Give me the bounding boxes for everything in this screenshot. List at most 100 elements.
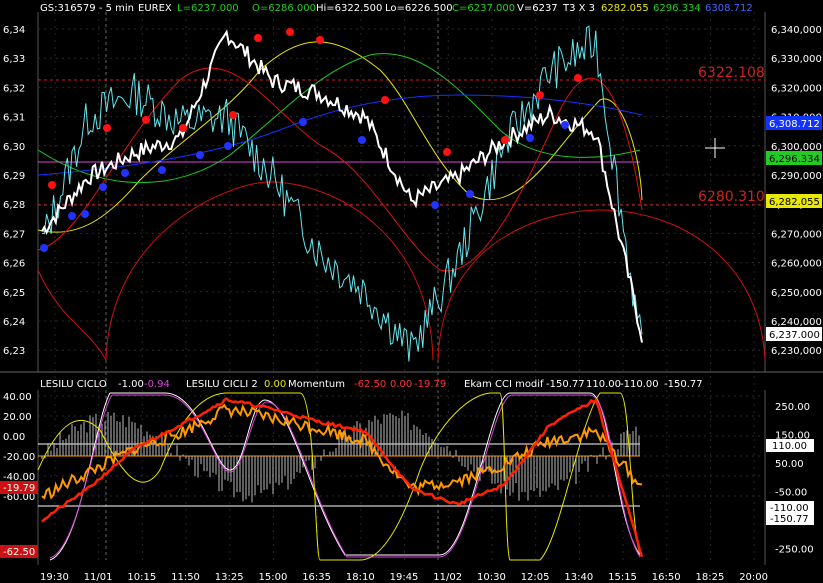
legend-item: LESILU CICLO bbox=[40, 379, 107, 390]
price-y-tick-right: 6,230,000 bbox=[771, 346, 822, 357]
red-signal-dot bbox=[316, 36, 324, 44]
blue-signal-dot bbox=[121, 169, 129, 177]
tag-left-red2: -62.50 bbox=[3, 547, 35, 558]
price-y-tick-left: 6,32 bbox=[3, 83, 25, 94]
blue-signal-dot bbox=[68, 212, 76, 220]
indicator-y-tick-right: 50.00 bbox=[775, 459, 804, 470]
header-close: C=6237.000 bbox=[452, 3, 515, 14]
red-signal-dot bbox=[536, 91, 544, 99]
red-signal-dot bbox=[254, 34, 262, 42]
blue-signal-dot bbox=[431, 201, 439, 209]
legend-item: LESILU CICLI 2 bbox=[186, 379, 258, 390]
x-axis-label: 11:50 bbox=[171, 572, 200, 583]
tag-green: 6,296.334 bbox=[769, 154, 820, 165]
blue-signal-dot bbox=[224, 142, 232, 150]
x-axis-label: 15:15 bbox=[608, 572, 637, 583]
price-y-tick-left: 6,26 bbox=[3, 259, 25, 270]
header-high: Hi=6322.500 bbox=[316, 3, 382, 14]
tag-left-red: -19.79 bbox=[3, 483, 35, 494]
price-y-tick-right: 6,240,000 bbox=[771, 317, 822, 328]
red-signal-dot bbox=[179, 124, 187, 132]
header-exchange: EUREX bbox=[138, 3, 172, 14]
price-y-tick-left: 6,27 bbox=[3, 229, 25, 240]
price-y-tick-right: 6,340,000 bbox=[771, 25, 822, 36]
legend-item: 0.00 bbox=[390, 379, 412, 390]
header-value-1: 6282.055 bbox=[601, 3, 649, 14]
header-last: L=6237.000 bbox=[177, 3, 239, 14]
red-signal-dot bbox=[574, 74, 582, 82]
blue-signal-dot bbox=[40, 244, 48, 252]
legend-item: 110.00 bbox=[586, 379, 621, 390]
price-y-tick-right: 6,260,000 bbox=[771, 259, 822, 270]
blue-signal-dot bbox=[81, 210, 89, 218]
price-y-tick-right: 6,270,000 bbox=[771, 229, 822, 240]
price-y-tick-left: 6,24 bbox=[3, 317, 25, 328]
header-symbol: GS:316579 - 5 min bbox=[40, 3, 134, 14]
red-signal-dot bbox=[48, 181, 56, 189]
price-y-tick-right: 6,330,000 bbox=[771, 54, 822, 65]
legend-item: -0.94 bbox=[144, 379, 170, 390]
red-signal-dot bbox=[286, 28, 294, 36]
blue-signal-dot bbox=[466, 190, 474, 198]
red-signal-dot bbox=[443, 148, 451, 156]
indicator-y-tick-left: 20.00 bbox=[3, 412, 32, 423]
legend-item: -150.77 bbox=[546, 379, 585, 390]
x-axis-label: 15:00 bbox=[259, 572, 288, 583]
blue-signal-dot bbox=[526, 134, 534, 142]
header-value-3: 6308.712 bbox=[705, 3, 753, 14]
red-signal-dot bbox=[229, 111, 237, 119]
indicator-y-tick-right: 250.00 bbox=[775, 402, 810, 413]
red-signal-dot bbox=[381, 96, 389, 104]
price-y-tick-left: 6,23 bbox=[3, 346, 25, 357]
price-y-tick-left: 6,31 bbox=[3, 113, 25, 124]
indicator-y-tick-right: -250.00 bbox=[775, 545, 814, 556]
price-y-tick-right: 6,250,000 bbox=[771, 288, 822, 299]
trading-chart[interactable]: 6,34 6,33 6,32 6,31 6,30 6,29 6,28 6,27 6,26 6,25… bbox=[0, 0, 823, 583]
legend-item: 0.00 bbox=[264, 379, 286, 390]
x-axis-label: 19:30 bbox=[40, 572, 69, 583]
x-axis-label: 13:40 bbox=[564, 572, 593, 583]
x-axis-label: 10:30 bbox=[477, 572, 506, 583]
x-axis-label: 12:05 bbox=[521, 572, 550, 583]
tag-yellow: 6,282.055 bbox=[769, 197, 820, 208]
legend-item: -150.77 bbox=[664, 379, 703, 390]
indicator-y-tick-right: -50.00 bbox=[775, 488, 807, 499]
blue-signal-dot bbox=[99, 183, 107, 191]
blue-signal-dot bbox=[561, 121, 569, 129]
x-axis: 19:30 11/01 10:15 11:50 13:25 15:00 16:35 18:10… bbox=[40, 572, 768, 583]
header-bars: T3 X 3 bbox=[562, 3, 595, 14]
indicator-y-tick-left: -20.00 bbox=[3, 452, 35, 463]
x-axis-label: 11/01 bbox=[84, 572, 113, 583]
indicator-y-tick-left: 0.00 bbox=[3, 432, 25, 443]
legend-item: Momentum bbox=[288, 379, 345, 390]
legend-item: Ekam CCI modif bbox=[464, 379, 544, 390]
price-y-tick-right: 6,320,000 bbox=[771, 83, 822, 94]
x-axis-label: 10:15 bbox=[127, 572, 156, 583]
blue-signal-dot bbox=[196, 151, 204, 159]
red-signal-dot bbox=[103, 124, 111, 132]
x-axis-label: 13:25 bbox=[215, 572, 244, 583]
red-signal-dot bbox=[501, 136, 509, 144]
blue-signal-dot bbox=[299, 118, 307, 126]
tag-white: 6,237.000 bbox=[769, 330, 820, 341]
x-axis-label: 19:45 bbox=[390, 572, 419, 583]
price-y-tick-left: 6,29 bbox=[3, 171, 25, 182]
blue-signal-dot bbox=[358, 136, 366, 144]
x-axis-label: 20:00 bbox=[739, 572, 768, 583]
x-axis-label: 16:35 bbox=[302, 572, 331, 583]
red-signal-dot bbox=[142, 116, 150, 124]
tag-right-m150: -150.77 bbox=[770, 514, 809, 525]
header-volume: V=6237 bbox=[517, 3, 558, 14]
legend-item: -110.00 bbox=[620, 379, 659, 390]
legend-item: -19.79 bbox=[414, 379, 446, 390]
legend-item: -1.00 bbox=[118, 379, 144, 390]
x-axis-label: 16:50 bbox=[652, 572, 681, 583]
header-open: O=6286.000 bbox=[252, 3, 316, 14]
tag-blue: 6,308.712 bbox=[769, 119, 820, 130]
price-y-tick-left: 6,25 bbox=[3, 288, 25, 299]
price-y-tick-left: 6,33 bbox=[3, 54, 25, 65]
header-value-2: 6296.334 bbox=[653, 3, 701, 14]
blue-signal-dot bbox=[158, 166, 166, 174]
price-y-tick-left: 6,30 bbox=[3, 142, 25, 153]
header-low: Lo=6226.500 bbox=[385, 3, 453, 14]
